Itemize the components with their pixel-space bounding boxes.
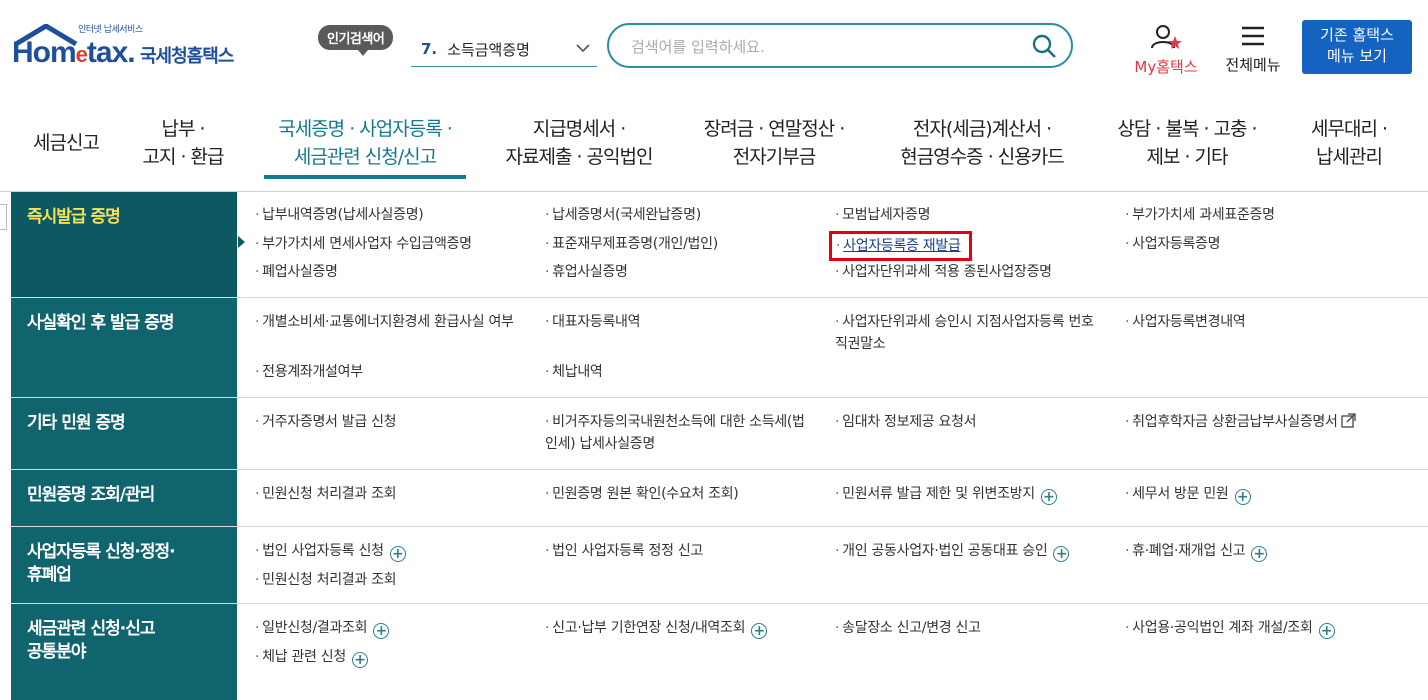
external-link-icon xyxy=(1340,413,1356,428)
hamburger-icon xyxy=(1242,26,1264,46)
plus-icon[interactable]: + xyxy=(373,623,390,639)
link-representative-history[interactable]: 대표자등록내역 xyxy=(545,311,640,333)
link-application-result-2[interactable]: 민원신청 처리결과 조회 xyxy=(255,569,396,591)
link-arrears-application[interactable]: 체납 관련 신청+ xyxy=(255,646,368,668)
gnb-consultation[interactable]: 상담 · 불복 · 고충 · 제보 · 기타 xyxy=(1098,95,1276,191)
link-student-loan-cert[interactable]: 취업후학자금 상환금납부사실증명서 xyxy=(1125,411,1356,433)
user-icon xyxy=(1151,25,1182,49)
link-tax-payment-cert[interactable]: 납세증명서(국세완납증명) xyxy=(545,204,701,226)
plus-icon[interactable]: + xyxy=(1040,489,1057,505)
hometax-logo[interactable]: 인터넷 납세서비스 Hometax. 국세청홈택스 xyxy=(12,22,252,82)
logo-subtitle: 인터넷 납세서비스 xyxy=(78,25,143,35)
old-hometax-button[interactable]: 기존 홈택스 메뉴 보기 xyxy=(1302,20,1412,74)
link-lease-info-request[interactable]: 임대차 정보제공 요청서 xyxy=(835,411,976,433)
plus-icon[interactable]: + xyxy=(1251,546,1268,562)
link-delivery-address[interactable]: 송달장소 신고/변경 신고 xyxy=(835,617,981,639)
link-deadline-extension[interactable]: 신고·납부 기한연장 신청/내역조회+ xyxy=(545,617,768,639)
row-links: 납부내역증명(납세사실증명) 납세증명서(국세완납증명) 모범납세자증명 부가가… xyxy=(237,192,1428,297)
side-handle[interactable] xyxy=(0,204,7,230)
row-links: 일반신청/결과조회+ 신고·납부 기한연장 신청/내역조회+ 송달장소 신고/변… xyxy=(237,604,1428,700)
link-closure-reopen[interactable]: 휴·폐업·재개업 신고+ xyxy=(1125,540,1268,562)
gnb-tax-filing[interactable]: 세금신고 xyxy=(20,95,112,191)
gnb-tax-agent[interactable]: 세무대리 · 납세관리 xyxy=(1290,95,1408,191)
link-business-account[interactable]: 사업용·공익법인 계좌 개설/조회+ xyxy=(1125,617,1335,639)
gnb-e-invoice[interactable]: 전자(세금)계산서 · 현금영수증 · 신용카드 xyxy=(878,95,1086,191)
current-item-arrow-icon xyxy=(238,236,245,248)
logo-brand: Hometax. xyxy=(12,36,136,69)
link-closure-cert[interactable]: 폐업사실증명 xyxy=(255,261,338,283)
link-corp-reg-correction[interactable]: 법인 사업자등록 정정 신고 xyxy=(545,540,703,562)
row-links: 거주자증명서 발급 신청 비거주자등의국내원천소득에 대한 소득세(법인세) 납… xyxy=(237,398,1428,469)
row-links: 법인 사업자등록 신청+ 법인 사업자등록 정정 신고 개인 공동사업자·법인 … xyxy=(237,527,1428,603)
search-box xyxy=(607,23,1073,68)
plus-icon[interactable]: + xyxy=(1318,623,1335,639)
plus-icon[interactable]: + xyxy=(751,623,768,639)
link-excise-refund[interactable]: 개별소비세·교통에너지환경세 환급사실 여부 xyxy=(255,311,525,333)
gnb-payment-statement[interactable]: 지급명세서 · 자료제출 · 공익법인 xyxy=(486,95,672,191)
category-general-applications[interactable]: 세금관련 신청·신고 공통분야 xyxy=(11,604,237,700)
gnb-payment[interactable]: 납부 · 고지 · 환급 xyxy=(124,95,242,191)
active-tab-underline xyxy=(264,175,466,179)
link-vat-standard[interactable]: 부가가치세 과세표준증명 xyxy=(1125,204,1275,226)
link-model-taxpayer[interactable]: 모범납세자증명 xyxy=(835,204,930,226)
link-issue-restriction[interactable]: 민원서류 발급 제한 및 위변조방지+ xyxy=(835,483,1057,505)
my-hometax-label: My홈택스 xyxy=(1134,58,1198,76)
popular-keyword: 소득금액증명 xyxy=(447,40,530,59)
plus-icon[interactable]: + xyxy=(1234,489,1251,505)
popular-search-badge: 인기검색어 xyxy=(318,25,394,56)
row-business-registration: 사업자등록 신청·정정·휴폐업 법인 사업자등록 신청+ 법인 사업자등록 정정… xyxy=(11,527,1428,604)
search-input[interactable] xyxy=(629,33,1013,61)
link-nonresident-tax-cert[interactable]: 비거주자등의국내원천소득에 대한 소득세(법인세) 납세사실증명 xyxy=(545,411,815,455)
logo-korean: 국세청홈택스 xyxy=(140,46,234,67)
link-dedicated-account[interactable]: 전용계좌개설여부 xyxy=(255,361,363,383)
popular-rank: 7. xyxy=(421,40,438,58)
link-unit-taxation-cert[interactable]: 사업자단위과세 적용 종된사업장증명 xyxy=(835,261,1052,283)
row-certificate-inquiry: 민원증명 조회/관리 민원신청 처리결과 조회 민원증명 원본 확인(수요처 조… xyxy=(11,470,1428,527)
link-original-verify[interactable]: 민원증명 원본 확인(수요처 조회) xyxy=(545,483,739,505)
link-branch-number-cancel[interactable]: 사업자단위과세 승인시 지점사업자등록 번호 직권말소 xyxy=(835,311,1105,355)
link-arrears-history[interactable]: 체납내역 xyxy=(545,361,603,383)
row-verified-certificates: 사실확인 후 발급 증명 개별소비세·교통에너지환경세 환급사실 여부 대표자등… xyxy=(11,298,1428,398)
chevron-down-icon xyxy=(576,44,590,53)
link-corp-registration[interactable]: 법인 사업자등록 신청+ xyxy=(255,540,406,562)
gnb-incentive-yearend[interactable]: 장려금 · 연말정산 · 전자기부금 xyxy=(684,95,864,191)
top-header: 인터넷 납세서비스 Hometax. 국세청홈택스 인기검색어 7. 소득금액증… xyxy=(0,0,1428,95)
plus-icon[interactable]: + xyxy=(1053,546,1070,562)
link-payment-history[interactable]: 납부내역증명(납세사실증명) xyxy=(255,204,424,226)
my-hometax-button[interactable]: My홈택스 xyxy=(1126,24,1206,77)
row-other-certificates: 기타 민원 증명 거주자증명서 발급 신청 비거주자등의국내원천소득에 대한 소… xyxy=(11,398,1428,470)
all-menu-button[interactable]: 전체메뉴 xyxy=(1218,24,1288,75)
plus-icon[interactable]: + xyxy=(351,652,368,668)
link-vat-exempt-income[interactable]: 부가가치세 면세사업자 수입금액증명 xyxy=(255,233,472,255)
all-menu-label: 전체메뉴 xyxy=(1225,56,1281,74)
link-general-application[interactable]: 일반신청/결과조회+ xyxy=(255,617,390,639)
link-business-reg-cert[interactable]: 사업자등록증명 xyxy=(1125,233,1220,255)
category-verified-certificates[interactable]: 사실확인 후 발급 증명 xyxy=(11,298,237,397)
row-instant-certificates: 즉시발급 증명 납부내역증명(납세사실증명) 납세증명서(국세완납증명) 모범납… xyxy=(11,192,1428,298)
link-application-result[interactable]: 민원신청 처리결과 조회 xyxy=(255,483,396,505)
category-instant-certificates[interactable]: 즉시발급 증명 xyxy=(11,192,237,297)
popular-search-select[interactable]: 7. 소득금액증명 xyxy=(411,32,597,67)
link-financial-statements[interactable]: 표준재무제표증명(개인/법인) xyxy=(545,233,718,255)
main-navigation: 세금신고 납부 · 고지 · 환급 국세증명 · 사업자등록 · 세금관련 신청/신… xyxy=(0,95,1428,192)
link-suspension-cert[interactable]: 휴업사실증명 xyxy=(545,261,628,283)
submenu-panel: 즉시발급 증명 납부내역증명(납세사실증명) 납세증명서(국세완납증명) 모범납… xyxy=(0,192,1428,700)
link-business-reg-changes[interactable]: 사업자등록변경내역 xyxy=(1125,311,1246,333)
link-office-visit[interactable]: 세무서 방문 민원+ xyxy=(1125,483,1251,505)
category-other-certificates[interactable]: 기타 민원 증명 xyxy=(11,398,237,469)
plus-icon[interactable]: + xyxy=(389,546,406,562)
link-business-reg-reissue[interactable]: 사업자등록증 재발급 xyxy=(829,231,972,261)
link-joint-approval[interactable]: 개인 공동사업자·법인 공동대표 승인+ xyxy=(835,540,1070,562)
search-icon[interactable] xyxy=(1031,33,1057,59)
link-residence-cert[interactable]: 거주자증명서 발급 신청 xyxy=(255,411,396,433)
row-links: 민원신청 처리결과 조회 민원증명 원본 확인(수요처 조회) 민원서류 발급 … xyxy=(237,470,1428,526)
category-certificate-inquiry[interactable]: 민원증명 조회/관리 xyxy=(11,470,237,526)
row-links: 개별소비세·교통에너지환경세 환급사실 여부 대표자등록내역 사업자단위과세 승… xyxy=(237,298,1428,397)
row-general-applications: 세금관련 신청·신고공통분야 일반신청/결과조회+ 신고·납부 기한연장 신청/… xyxy=(11,604,1428,700)
category-business-registration[interactable]: 사업자등록 신청·정정· 휴폐업 xyxy=(11,527,237,603)
